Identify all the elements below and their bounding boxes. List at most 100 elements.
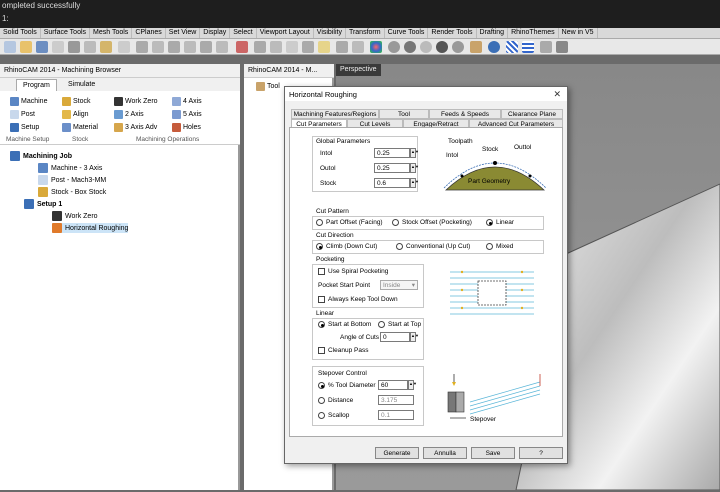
view-icon[interactable] bbox=[270, 41, 282, 53]
three-axis-adv-button[interactable]: 3 Axis Adv bbox=[114, 123, 157, 132]
pan-icon[interactable] bbox=[118, 41, 130, 53]
material-button[interactable]: Material bbox=[62, 123, 98, 132]
save-icon[interactable] bbox=[36, 41, 48, 53]
rotate-view-icon[interactable] bbox=[136, 41, 148, 53]
tree-horizontal-roughing[interactable]: Horizontal Roughing bbox=[52, 223, 129, 233]
toolbar-tab-visibility[interactable]: Visibility bbox=[314, 28, 346, 38]
color-icon[interactable] bbox=[370, 41, 382, 53]
select-icon[interactable] bbox=[336, 41, 348, 53]
start-bottom-radio[interactable] bbox=[318, 321, 325, 328]
tab-tool[interactable]: Tool bbox=[379, 109, 429, 119]
zoom-selected-icon[interactable] bbox=[200, 41, 212, 53]
toolbar-tab-solid-tools[interactable]: Solid Tools bbox=[0, 28, 41, 38]
spiral-pocketing-checkbox[interactable] bbox=[318, 268, 325, 275]
scallop-input[interactable]: 0.1 bbox=[378, 410, 414, 420]
toolbar-tab-select[interactable]: Select bbox=[230, 28, 257, 38]
help-icon[interactable] bbox=[488, 41, 500, 53]
five-axis-button[interactable]: 5 Axis bbox=[172, 110, 202, 119]
work-zero-button[interactable]: Work Zero bbox=[114, 97, 158, 106]
stock-input[interactable]: 0.6 bbox=[374, 178, 410, 188]
distance-radio[interactable] bbox=[318, 397, 325, 404]
grid-snap-icon[interactable] bbox=[522, 41, 534, 53]
tab-simulate[interactable]: Simulate bbox=[62, 79, 101, 91]
stock-offset-radio[interactable] bbox=[392, 219, 399, 226]
layer-icon[interactable] bbox=[254, 41, 266, 53]
rendered-sphere-icon[interactable] bbox=[420, 41, 432, 53]
zoom-window-icon[interactable] bbox=[168, 41, 180, 53]
new-file-icon[interactable] bbox=[4, 41, 16, 53]
post-button[interactable]: Post bbox=[10, 110, 35, 119]
tool-diameter-input[interactable]: 60 bbox=[378, 380, 408, 390]
toolbar-tab-rhinothemes[interactable]: RhinoThemes bbox=[508, 28, 559, 38]
properties-icon[interactable] bbox=[352, 41, 364, 53]
setup-button[interactable]: Setup bbox=[10, 123, 39, 132]
tab-feeds-speeds[interactable]: Feeds & Speeds bbox=[429, 109, 501, 119]
tab-program[interactable]: Program bbox=[16, 79, 57, 91]
stock-spinner[interactable]: ▲▼ bbox=[410, 178, 419, 188]
stock-button[interactable]: Stock bbox=[62, 97, 91, 106]
help-button[interactable]: ? bbox=[519, 447, 563, 459]
paste-icon[interactable] bbox=[100, 41, 112, 53]
intol-spinner[interactable]: ▲▼ bbox=[410, 148, 419, 158]
angle-of-cuts-spinner[interactable]: ▲▼ bbox=[410, 332, 419, 342]
toolbar-tab-curve-tools[interactable]: Curve Tools bbox=[385, 28, 429, 38]
tool-diameter-spinner[interactable]: ▲▼ bbox=[408, 380, 417, 390]
cancel-button[interactable]: Annulla bbox=[423, 447, 467, 459]
ghosted-sphere-icon[interactable] bbox=[436, 41, 448, 53]
save-button[interactable]: Save bbox=[471, 447, 515, 459]
light-icon[interactable] bbox=[318, 41, 330, 53]
render-icon[interactable] bbox=[470, 41, 482, 53]
tab-clearance-plane[interactable]: Clearance Plane bbox=[501, 109, 563, 119]
distance-input[interactable]: 3.175 bbox=[378, 395, 414, 405]
toolbar-tab-drafting[interactable]: Drafting bbox=[477, 28, 509, 38]
toolbar-tab-new-in-v5[interactable]: New in V5 bbox=[559, 28, 598, 38]
toolbar-tab-transform[interactable]: Transform bbox=[346, 28, 385, 38]
align-button[interactable]: Align bbox=[62, 110, 89, 119]
mixed-radio[interactable] bbox=[486, 243, 493, 250]
print-icon[interactable] bbox=[52, 41, 64, 53]
intol-input[interactable]: 0.25 bbox=[374, 148, 410, 158]
angle-of-cuts-input[interactable]: 0 bbox=[380, 332, 410, 342]
tree-setup[interactable]: Setup 1 bbox=[24, 199, 62, 209]
tool-diameter-radio[interactable] bbox=[318, 382, 325, 389]
tree-work-zero[interactable]: Work Zero bbox=[52, 211, 98, 221]
copy-icon[interactable] bbox=[84, 41, 96, 53]
command-prompt[interactable]: 1: bbox=[2, 14, 9, 23]
viewport-tab-perspective[interactable]: Perspective bbox=[336, 64, 381, 76]
outtol-input[interactable]: 0.25 bbox=[374, 163, 410, 173]
tree-post[interactable]: Post - Mach3-MM bbox=[38, 175, 106, 185]
scallop-radio[interactable] bbox=[318, 412, 325, 419]
pocket-start-point-select[interactable]: Inside ▾ bbox=[380, 280, 418, 290]
climb-radio[interactable] bbox=[316, 243, 323, 250]
keep-tool-down-checkbox[interactable] bbox=[318, 296, 325, 303]
two-axis-button[interactable]: 2 Axis bbox=[114, 110, 144, 119]
machine-button[interactable]: Machine bbox=[10, 97, 47, 106]
xray-sphere-icon[interactable] bbox=[452, 41, 464, 53]
tab-machining-features[interactable]: Machining Features/Regions bbox=[291, 109, 379, 119]
zoom-all-icon[interactable] bbox=[216, 41, 228, 53]
linear-radio[interactable] bbox=[486, 219, 493, 226]
tool-tab[interactable]: Tool bbox=[256, 82, 280, 91]
toolbar-tab-viewport-layout[interactable]: Viewport Layout bbox=[257, 28, 314, 38]
options-icon[interactable] bbox=[556, 41, 568, 53]
tree-machining-job[interactable]: Machining Job bbox=[10, 151, 72, 161]
generate-button[interactable]: Generate bbox=[375, 447, 419, 459]
toolbar-tab-render-tools[interactable]: Render Tools bbox=[428, 28, 477, 38]
wireframe-sphere-icon[interactable] bbox=[388, 41, 400, 53]
shaded-sphere-icon[interactable] bbox=[404, 41, 416, 53]
zoom-extents-icon[interactable] bbox=[184, 41, 196, 53]
grid-icon[interactable] bbox=[506, 41, 518, 53]
tree-stock[interactable]: Stock - Box Stock bbox=[38, 187, 106, 197]
open-file-icon[interactable] bbox=[20, 41, 32, 53]
object-snap-icon[interactable] bbox=[302, 41, 314, 53]
toolbar-tab-surface-tools[interactable]: Surface Tools bbox=[41, 28, 91, 38]
toolbar-tab-display[interactable]: Display bbox=[200, 28, 231, 38]
toolbar-tab-cplanes[interactable]: CPlanes bbox=[132, 28, 166, 38]
start-top-radio[interactable] bbox=[378, 321, 385, 328]
tree-machine[interactable]: Machine - 3 Axis bbox=[38, 163, 102, 173]
four-view-icon[interactable] bbox=[286, 41, 298, 53]
holes-button[interactable]: Holes bbox=[172, 123, 201, 132]
outtol-spinner[interactable]: ▲▼ bbox=[410, 163, 419, 173]
zoom-icon[interactable] bbox=[152, 41, 164, 53]
close-icon[interactable]: ✕ bbox=[553, 89, 561, 100]
